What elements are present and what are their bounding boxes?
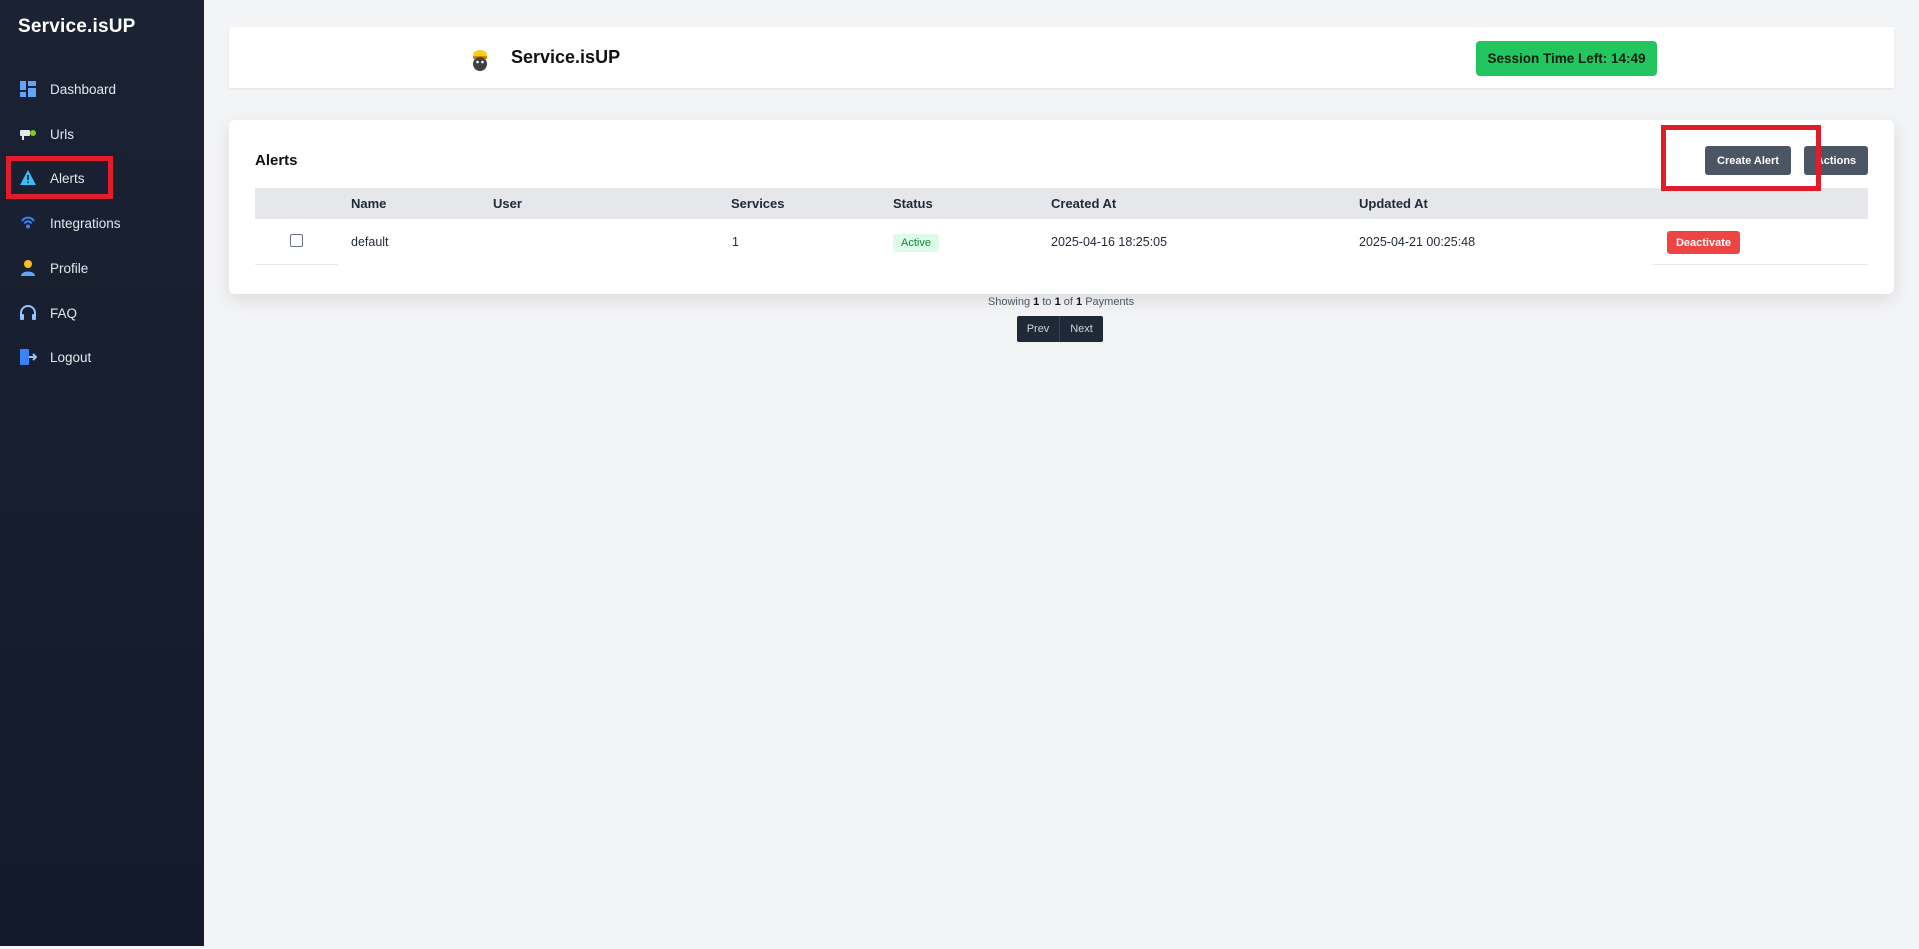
pagination-of-word: of bbox=[1063, 296, 1073, 308]
cell-name: default bbox=[351, 235, 389, 249]
cell-services: 1 bbox=[732, 235, 739, 249]
sidebar-item-label: Alerts bbox=[50, 170, 85, 186]
header-bar: Service.isUP Session Time Left: 14:49 bbox=[229, 27, 1894, 88]
sidebar-item-profile[interactable]: Profile bbox=[18, 256, 88, 280]
pagination-to: 1 bbox=[1054, 296, 1061, 308]
sidebar-item-label: Logout bbox=[50, 349, 92, 365]
sidebar-item-dashboard[interactable]: Dashboard bbox=[18, 77, 116, 101]
status-badge: Active bbox=[893, 234, 939, 252]
table-row: default 1 Active 2025-04-16 18:25:05 202… bbox=[255, 219, 1868, 265]
warning-icon bbox=[18, 168, 38, 188]
sidebar-item-label: Dashboard bbox=[50, 81, 117, 97]
sidebar: Service.isUP Dashboard Urls Alerts Integ… bbox=[0, 0, 204, 946]
actions-button[interactable]: Actions bbox=[1804, 146, 1868, 175]
sidebar-item-label: Profile bbox=[50, 260, 89, 276]
next-page-button[interactable]: Next bbox=[1060, 316, 1103, 342]
sidebar-item-logout[interactable]: Logout bbox=[18, 345, 91, 369]
pagination-summary: Showing 1 to 1 of 1 Payments bbox=[930, 296, 1192, 308]
pagination-total: 1 bbox=[1076, 296, 1083, 308]
cell-updated-at: 2025-04-21 00:25:48 bbox=[1359, 235, 1476, 249]
alerts-table: Name User Services Status Created At Upd… bbox=[255, 188, 1868, 265]
column-header-name: Name bbox=[351, 196, 387, 211]
alerts-card: Alerts Create Alert Actions Name User Se… bbox=[229, 120, 1894, 294]
row-divider bbox=[1653, 264, 1868, 265]
pagination-controls: Prev Next bbox=[1017, 316, 1103, 342]
column-header-updated-at: Updated At bbox=[1359, 196, 1428, 211]
column-header-created-at: Created At bbox=[1051, 196, 1117, 211]
prev-page-button[interactable]: Prev bbox=[1017, 316, 1060, 342]
pagination-showing: Showing bbox=[987, 296, 1031, 308]
create-alert-button[interactable]: Create Alert bbox=[1705, 146, 1791, 175]
sidebar-item-alerts[interactable]: Alerts bbox=[18, 166, 85, 190]
alerts-title: Alerts bbox=[255, 152, 298, 169]
table-header: Name User Services Status Created At Upd… bbox=[255, 188, 1868, 219]
header-title: Service.isUP bbox=[511, 47, 621, 67]
column-header-status: Status bbox=[893, 196, 933, 211]
column-header-services: Services bbox=[731, 196, 785, 211]
pagination-unit: Payments bbox=[1085, 296, 1135, 308]
row-checkbox[interactable] bbox=[290, 234, 303, 247]
pagination-from: 1 bbox=[1033, 296, 1040, 308]
user-icon bbox=[18, 258, 38, 278]
sidebar-item-label: FAQ bbox=[50, 305, 78, 321]
dashboard-icon bbox=[18, 79, 38, 99]
sidebar-item-faq[interactable]: FAQ bbox=[18, 301, 77, 325]
sidebar-item-urls[interactable]: Urls bbox=[18, 122, 74, 146]
logout-icon bbox=[18, 347, 38, 367]
sidebar-item-label: Urls bbox=[50, 126, 74, 142]
pagination-to-word: to bbox=[1042, 296, 1052, 308]
url-icon bbox=[18, 124, 38, 144]
deactivate-button[interactable]: Deactivate bbox=[1667, 231, 1740, 254]
sidebar-brand: Service.isUP bbox=[18, 16, 136, 37]
logo-icon bbox=[469, 47, 491, 71]
session-timer-badge: Session Time Left: 14:49 bbox=[1476, 41, 1657, 76]
row-divider bbox=[255, 264, 338, 265]
headset-icon bbox=[18, 303, 38, 323]
sidebar-item-integrations[interactable]: Integrations bbox=[18, 211, 121, 235]
cell-created-at: 2025-04-16 18:25:05 bbox=[1051, 235, 1168, 249]
column-header-user: User bbox=[493, 196, 522, 211]
integration-icon bbox=[18, 213, 38, 233]
sidebar-item-label: Integrations bbox=[50, 215, 121, 231]
